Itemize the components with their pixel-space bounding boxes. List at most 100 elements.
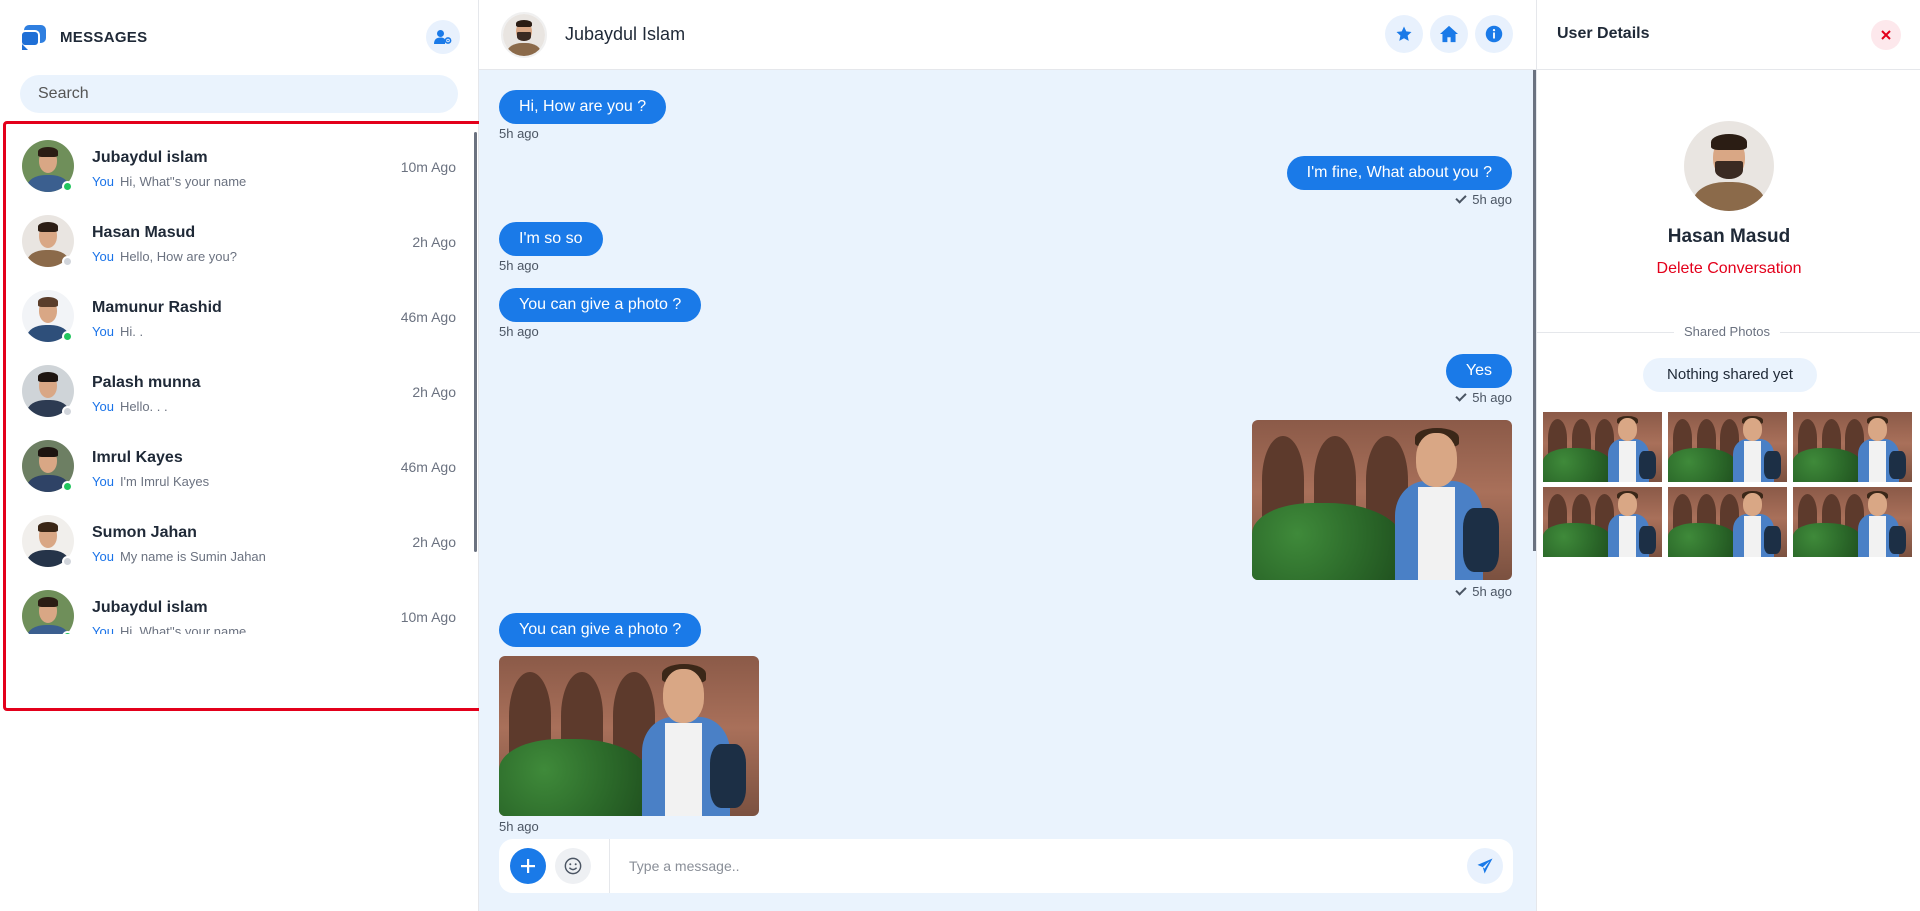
search-input[interactable] <box>20 75 458 113</box>
online-status-dot <box>62 331 73 342</box>
chat-header: Jubaydul Islam <box>479 0 1536 70</box>
sender-label: You <box>92 174 114 189</box>
sender-label: You <box>92 324 114 339</box>
conversation-preview: You Hello. . . <box>92 399 168 414</box>
preview-text: I'm Imrul Kayes <box>119 474 210 489</box>
close-details-button[interactable] <box>1871 20 1901 50</box>
favorite-button[interactable] <box>1385 15 1423 53</box>
conversation-preview: You I'm Imrul Kayes <box>92 474 209 489</box>
profile-avatar <box>1684 121 1774 211</box>
conversation-time: 2h Ago <box>412 534 456 550</box>
preview-text: Hi, What''s your name <box>119 624 247 634</box>
delete-conversation-link[interactable]: Delete Conversation <box>1537 260 1920 278</box>
home-icon <box>1440 25 1458 43</box>
outgoing-message-bubble[interactable]: Yes <box>1445 354 1512 388</box>
offline-status-dot <box>62 556 73 567</box>
add-user-button[interactable] <box>426 20 460 54</box>
conversation-item[interactable]: Jubaydul islam You Hi, What''s your name 10… <box>6 574 472 634</box>
conversation-time: 10m Ago <box>400 609 456 625</box>
chat-contact-avatar[interactable] <box>501 12 547 58</box>
outgoing-photo-message[interactable] <box>1252 420 1512 580</box>
conversation-item[interactable]: Sumon Jahan You My name is Sumin Jahan 2h A… <box>6 499 472 574</box>
avatar-illustration <box>503 14 545 56</box>
info-button[interactable] <box>1475 15 1513 53</box>
shared-photo-thumb[interactable] <box>1793 487 1912 557</box>
outgoing-message-bubble[interactable]: I'm fine, What about you ? <box>1286 156 1512 190</box>
conversation-name: Hasan Masud <box>92 224 196 241</box>
shared-photo-thumb[interactable] <box>1668 412 1787 482</box>
conversation-name: Sumon Jahan <box>92 524 197 541</box>
message-timestamp: 5h ago <box>499 258 539 273</box>
preview-text: Hello. . . <box>119 399 168 414</box>
conversation-item[interactable]: Palash munna You Hello. . . 2h Ago <box>6 349 472 424</box>
shared-photo-thumb[interactable] <box>1668 487 1787 557</box>
emoji-button[interactable] <box>555 848 591 884</box>
conversation-list-inner: Jubaydul islam You Hi, What''s your name 10… <box>6 124 472 634</box>
incoming-message-bubble[interactable]: I'm so so <box>499 222 603 256</box>
incoming-message-bubble[interactable]: You can give a photo ? <box>499 613 702 647</box>
incoming-message-bubble[interactable]: Hi, How are you ? <box>499 90 667 124</box>
details-header: User Details <box>1537 0 1920 70</box>
conversation-item[interactable]: Jubaydul islam You Hi, What''s your name 10… <box>6 124 472 199</box>
sender-label: You <box>92 474 114 489</box>
conversation-time: 46m Ago <box>400 309 456 325</box>
conversation-time: 2h Ago <box>412 234 456 250</box>
offline-status-dot <box>62 406 73 417</box>
attach-button[interactable] <box>510 848 546 884</box>
conversation-name: Imrul Kayes <box>92 449 183 466</box>
shared-photos-label: Shared Photos <box>1674 324 1781 339</box>
avatar-illustration <box>22 590 74 634</box>
message-time-text: 5h ago <box>499 258 539 273</box>
conversation-list: Jubaydul islam You Hi, What''s your name 10… <box>3 121 483 711</box>
message-time-text: 5h ago <box>499 324 539 339</box>
star-icon <box>1396 26 1412 41</box>
details-title: User Details <box>1557 25 1650 42</box>
info-icon <box>1485 25 1503 43</box>
sender-label: You <box>92 549 114 564</box>
conversation-list-scrollbar[interactable] <box>474 132 477 552</box>
shared-photo-thumb[interactable] <box>1543 487 1662 557</box>
conversation-time: 2h Ago <box>412 384 456 400</box>
shared-photo-thumb[interactable] <box>1793 412 1912 482</box>
smile-icon <box>564 857 582 875</box>
check-icon <box>1455 390 1467 402</box>
sender-label: You <box>92 249 114 264</box>
incoming-message-bubble[interactable]: You can give a photo ? <box>499 288 702 322</box>
conversation-item[interactable]: Mamunur Rashid You Hi. . 46m Ago <box>6 274 472 349</box>
avatar <box>22 590 74 634</box>
avatar-illustration <box>1684 121 1774 211</box>
conversation-preview: You Hi, What''s your name <box>92 624 246 634</box>
conversation-name: Jubaydul islam <box>92 149 208 166</box>
message-time-text: 5h ago <box>499 819 539 834</box>
sidebar-header: MESSAGES <box>20 20 460 54</box>
sender-label: You <box>92 624 114 634</box>
user-details-panel: User Details Hasan Masud Delete Conversa… <box>1536 0 1920 911</box>
conversation-preview: You Hello, How are you? <box>92 249 237 264</box>
preview-text: Hi. . <box>119 324 144 339</box>
chat-panel: Jubaydul Islam Hi, How are you ? 5h ago I'… <box>479 0 1536 911</box>
conversation-item[interactable]: Hasan Masud You Hello, How are you? 2h Ago <box>6 199 472 274</box>
offline-status-dot <box>62 256 73 267</box>
conversation-preview: You Hi, What''s your name <box>92 174 246 189</box>
message-timestamp: 5h ago <box>1455 192 1512 207</box>
message-input[interactable] <box>629 851 1429 881</box>
send-button[interactable] <box>1467 848 1503 884</box>
shared-photo-thumb[interactable] <box>1543 412 1662 482</box>
message-time-text: 5h ago <box>1472 584 1512 599</box>
check-icon <box>1455 584 1467 596</box>
check-icon <box>1455 192 1467 204</box>
preview-text: My name is Sumin Jahan <box>119 549 266 564</box>
user-cog-icon <box>434 30 452 44</box>
online-status-dot <box>62 481 73 492</box>
chat-bubbles-icon <box>20 25 46 50</box>
home-button[interactable] <box>1430 15 1468 53</box>
online-status-dot <box>62 181 73 192</box>
conversation-preview: You My name is Sumin Jahan <box>92 549 266 564</box>
preview-text: Hello, How are you? <box>119 249 237 264</box>
incoming-photo-message[interactable] <box>499 656 759 816</box>
message-composer <box>499 839 1513 893</box>
message-timestamp: 5h ago <box>499 126 539 141</box>
conversation-item[interactable]: Imrul Kayes You I'm Imrul Kayes 46m Ago <box>6 424 472 499</box>
send-icon <box>1477 858 1493 874</box>
message-timestamp: 5h ago <box>1455 390 1512 405</box>
